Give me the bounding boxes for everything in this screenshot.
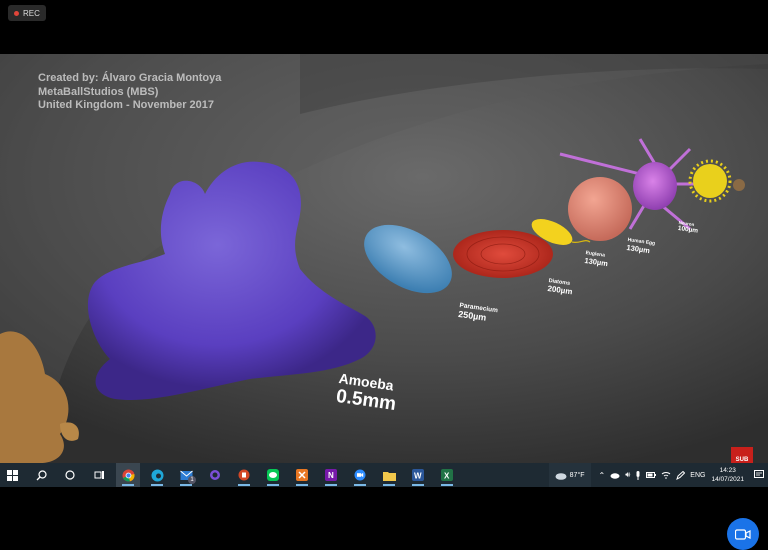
cortana-button[interactable] (58, 463, 82, 487)
taskbar-excel[interactable]: X (435, 463, 459, 487)
weather-widget[interactable]: 87°F (548, 463, 591, 487)
wifi-icon[interactable] (661, 471, 671, 479)
video-camera-icon (735, 528, 751, 540)
input-language[interactable]: ENG (690, 472, 705, 479)
video-frame: Created by: Álvaro Gracia Montoya MetaBa… (0, 54, 768, 463)
credit-line: United Kingdom - November 2017 (38, 99, 215, 111)
svg-text:X: X (444, 472, 450, 481)
purple-ring-icon (210, 470, 220, 480)
clock-time: 14:23 (719, 467, 736, 474)
amoeba-label: Amoeba 0.5mm (335, 370, 400, 416)
taskbar-chrome[interactable] (116, 463, 140, 487)
orange-app-icon (296, 469, 308, 481)
search-icon (36, 469, 47, 480)
euglena-label: Euglena 130µm (584, 250, 609, 268)
taskbar-onenote[interactable]: N (319, 463, 343, 487)
word-icon: W (412, 469, 424, 481)
taskbar-file-explorer[interactable] (377, 463, 401, 487)
credit-line: MetaBallStudios (MBS) (38, 85, 159, 98)
subscribe-badge: SUB (731, 447, 753, 463)
recording-badge: REC (8, 5, 46, 21)
search-button[interactable] (29, 463, 53, 487)
cloud-weather-icon (555, 472, 567, 480)
taskbar-mail[interactable]: 1 (174, 463, 198, 487)
notification-speech-bubble-icon (754, 470, 764, 478)
microphone-icon[interactable] (635, 470, 641, 480)
taskbar-zoom[interactable] (348, 463, 372, 487)
powerpoint-icon (238, 469, 250, 481)
task-view-button[interactable] (87, 463, 111, 487)
human-egg-shape (568, 177, 632, 241)
clock-date: 14/07/2021 (711, 476, 744, 483)
pen-icon[interactable] (676, 470, 686, 480)
windows-logo-icon (6, 469, 18, 481)
battery-icon[interactable] (646, 471, 657, 479)
video-credits: Created by: Álvaro Gracia Montoya MetaBa… (38, 72, 221, 113)
line-chat-icon (267, 469, 279, 481)
chrome-icon (122, 469, 134, 482)
svg-text:N: N (328, 471, 334, 480)
taskbar-app-orange[interactable] (290, 463, 314, 487)
taskbar-edge[interactable] (145, 463, 169, 487)
svg-text:W: W (414, 472, 422, 481)
system-tray: 87°F ⌃ 🔊︎ ENG 14:23 14/07/2021 (548, 463, 768, 487)
mail-unread-badge: 1 (188, 476, 196, 484)
windows-taskbar: 1 N W X 87°F ⌃ 🔊︎ ENG 14:23 14/07/2021 (0, 463, 768, 487)
record-dot-icon (14, 10, 19, 16)
onenote-icon: N (325, 469, 337, 481)
cortana-circle-icon (65, 470, 75, 480)
taskbar-app-purple[interactable] (203, 463, 227, 487)
zoom-icon (354, 469, 366, 481)
windows-start-button[interactable] (0, 463, 24, 487)
weather-temperature: 87°F (569, 471, 585, 479)
taskbar-powerpoint[interactable] (232, 463, 256, 487)
task-view-icon (94, 471, 104, 479)
folder-icon (382, 471, 396, 481)
show-hidden-icons-chevron-icon[interactable]: ⌃ (599, 471, 606, 480)
credit-line: Created by: Álvaro Gracia Montoya (38, 72, 222, 84)
taskbar-line[interactable] (261, 463, 285, 487)
onedrive-cloud-icon[interactable] (610, 472, 620, 479)
excel-icon: X (441, 469, 453, 481)
clock[interactable]: 14:23 14/07/2021 (711, 466, 744, 484)
edge-icon (151, 469, 163, 481)
recording-label: REC (23, 8, 40, 18)
taskbar-word[interactable]: W (406, 463, 430, 487)
zoom-video-button[interactable] (727, 518, 759, 550)
speaker-icon[interactable]: 🔊︎ (625, 470, 630, 480)
small-organism (733, 179, 745, 191)
notification-center-button[interactable] (750, 463, 768, 487)
